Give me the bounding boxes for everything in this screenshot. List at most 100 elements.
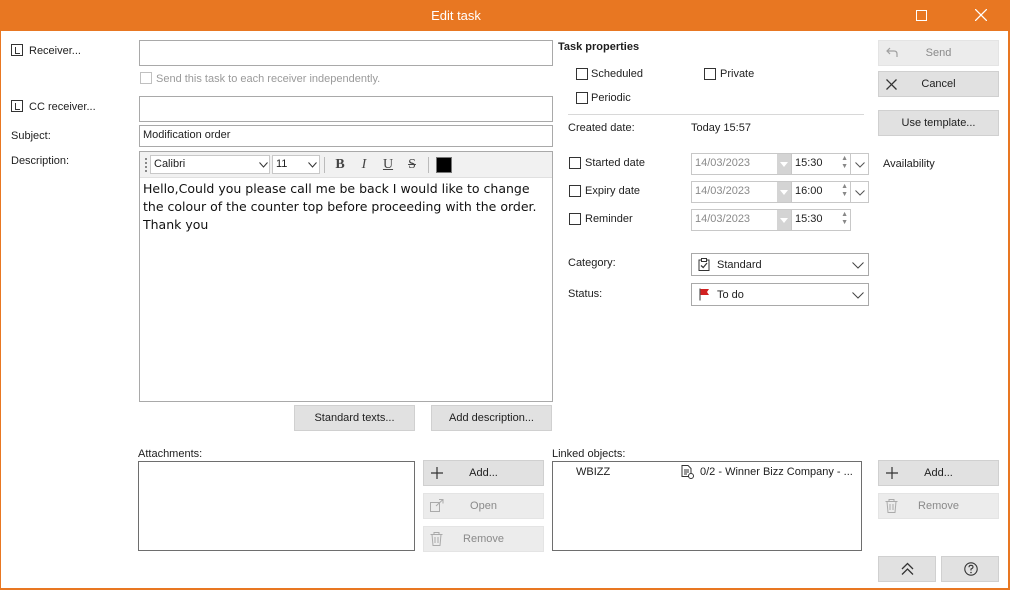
spinner-icon[interactable]: ▲ ▼ bbox=[841, 183, 848, 199]
periodic-label: Periodic bbox=[591, 92, 631, 104]
scheduled-label: Scheduled bbox=[591, 68, 643, 80]
expiry-date-input[interactable]: 14/03/2023 bbox=[691, 181, 792, 203]
created-date-value: Today 15:57 bbox=[691, 122, 751, 134]
receiver-link[interactable]: Receiver... bbox=[10, 43, 90, 59]
started-date-checkbox[interactable] bbox=[569, 157, 581, 169]
send-button[interactable]: Send bbox=[878, 40, 999, 66]
chevron-down-icon bbox=[308, 162, 317, 168]
use-template-button[interactable]: Use template... bbox=[878, 110, 999, 136]
standard-texts-button[interactable]: Standard texts... bbox=[294, 405, 415, 431]
underline-icon[interactable]: U bbox=[378, 155, 398, 175]
receiver-input[interactable] bbox=[139, 40, 553, 66]
category-select[interactable]: Standard bbox=[691, 253, 869, 276]
status-select[interactable]: To do bbox=[691, 283, 869, 306]
receiver-label: Receiver... bbox=[29, 45, 81, 57]
started-time-dropdown[interactable] bbox=[850, 153, 869, 175]
started-date-label: Started date bbox=[585, 157, 645, 169]
attachment-remove-button[interactable]: Remove bbox=[423, 526, 544, 552]
linked-remove-button[interactable]: Remove bbox=[878, 493, 999, 519]
chevron-down-icon bbox=[855, 190, 865, 196]
reminder-date-input[interactable]: 14/03/2023 bbox=[691, 209, 792, 231]
close-icon bbox=[975, 9, 987, 21]
reply-arrow-icon bbox=[886, 47, 898, 57]
font-size-select[interactable]: 11 bbox=[272, 155, 320, 174]
toolbar-separator bbox=[428, 157, 429, 173]
clipboard-icon bbox=[698, 258, 710, 271]
private-label: Private bbox=[720, 68, 755, 80]
category-value: Standard bbox=[717, 259, 762, 271]
receiver-icon bbox=[11, 44, 23, 56]
expiry-time-value: 16:00 bbox=[795, 185, 823, 197]
chevron-down-icon bbox=[780, 162, 788, 167]
cancel-button[interactable]: Cancel bbox=[878, 71, 999, 97]
plus-icon bbox=[431, 467, 443, 479]
spinner-icon[interactable]: ▲ ▼ bbox=[841, 211, 848, 227]
calendar-dropdown-button[interactable] bbox=[777, 210, 791, 230]
expiry-date-label: Expiry date bbox=[585, 185, 641, 197]
divider bbox=[568, 114, 864, 115]
send-independently-checkbox[interactable] bbox=[140, 72, 152, 84]
cc-receiver-label: CC receiver... bbox=[29, 101, 96, 113]
dialog-body: Receiver... Send this task to each recei… bbox=[1, 31, 1008, 588]
chevron-down-icon bbox=[780, 218, 788, 223]
attachments-list[interactable] bbox=[138, 461, 415, 551]
status-label: Status: bbox=[568, 288, 603, 300]
reminder-time-input[interactable]: 15:30 ▲ ▼ bbox=[791, 209, 851, 231]
linked-object-row[interactable]: WBIZZ 0/2 - Winner Bizz Company - ... bbox=[553, 464, 861, 482]
maximize-icon bbox=[916, 10, 927, 21]
reminder-checkbox[interactable] bbox=[569, 213, 581, 225]
started-date-value: 14/03/2023 bbox=[695, 157, 751, 169]
toolbar-grip bbox=[145, 158, 147, 172]
double-chevron-up-icon bbox=[901, 562, 914, 575]
remove-label: Remove bbox=[463, 533, 504, 545]
spinner-icon[interactable]: ▲ ▼ bbox=[841, 155, 848, 171]
chevron-down-icon bbox=[852, 292, 864, 299]
help-button[interactable] bbox=[941, 556, 999, 582]
private-checkbox[interactable] bbox=[704, 68, 716, 80]
calendar-dropdown-button[interactable] bbox=[777, 154, 791, 174]
font-select[interactable]: Calibri bbox=[150, 155, 270, 174]
subject-input[interactable]: Modification order bbox=[139, 125, 553, 147]
expiry-date-value: 14/03/2023 bbox=[695, 185, 751, 197]
cancel-label: Cancel bbox=[921, 78, 956, 90]
help-icon bbox=[964, 562, 978, 576]
description-text[interactable]: Hello,Could you please call me be back I… bbox=[143, 180, 549, 398]
periodic-checkbox[interactable] bbox=[576, 92, 588, 104]
maximize-button[interactable] bbox=[898, 0, 944, 31]
expiry-date-checkbox[interactable] bbox=[569, 185, 581, 197]
expiry-time-input[interactable]: 16:00 ▲ ▼ bbox=[791, 181, 851, 203]
started-time-input[interactable]: 15:30 ▲ ▼ bbox=[791, 153, 851, 175]
calendar-dropdown-button[interactable] bbox=[777, 182, 791, 202]
close-button[interactable] bbox=[958, 0, 1004, 31]
linked-objects-list[interactable]: WBIZZ 0/2 - Winner Bizz Company - ... bbox=[552, 461, 862, 551]
add-label: Add... bbox=[924, 467, 953, 479]
bold-icon[interactable]: B bbox=[330, 155, 350, 175]
close-icon bbox=[886, 79, 897, 90]
send-independently-label: Send this task to each receiver independ… bbox=[156, 73, 381, 85]
text-color-swatch[interactable] bbox=[436, 157, 452, 173]
started-time-value: 15:30 bbox=[795, 157, 823, 169]
collapse-button[interactable] bbox=[878, 556, 936, 582]
edit-task-window: Edit task Receiver... Send this task to … bbox=[0, 0, 1010, 590]
linked-add-button[interactable]: Add... bbox=[878, 460, 999, 486]
add-description-button[interactable]: Add description... bbox=[431, 405, 552, 431]
status-value: To do bbox=[717, 289, 744, 301]
strikethrough-icon[interactable]: S bbox=[402, 155, 422, 175]
send-label: Send bbox=[925, 47, 952, 59]
open-label: Open bbox=[470, 500, 497, 512]
attachment-open-button[interactable]: Open bbox=[423, 493, 544, 519]
italic-icon[interactable]: I bbox=[354, 155, 374, 175]
cc-receiver-input[interactable] bbox=[139, 96, 553, 122]
category-label: Category: bbox=[568, 257, 616, 269]
attachments-label: Attachments: bbox=[138, 448, 203, 460]
linked-objects-label: Linked objects: bbox=[552, 448, 626, 460]
started-date-input[interactable]: 14/03/2023 bbox=[691, 153, 792, 175]
font-size-value: 11 bbox=[276, 158, 288, 170]
expiry-time-dropdown[interactable] bbox=[850, 181, 869, 203]
cc-receiver-link[interactable]: CC receiver... bbox=[10, 99, 110, 115]
title-bar[interactable]: Edit task bbox=[0, 0, 1010, 31]
availability-link[interactable]: Availability bbox=[883, 158, 935, 170]
attachment-add-button[interactable]: Add... bbox=[423, 460, 544, 486]
scheduled-checkbox[interactable] bbox=[576, 68, 588, 80]
document-link-icon bbox=[681, 465, 694, 479]
